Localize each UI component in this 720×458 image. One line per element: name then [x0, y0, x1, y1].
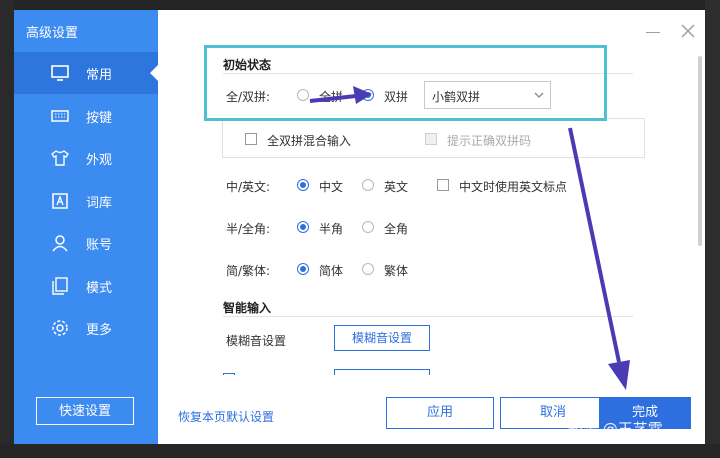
- monitor-icon: [51, 65, 69, 81]
- sidebar: 高级设置 常用 按键 外观 词库 账号 模式 更多 快速设置: [14, 10, 158, 444]
- sidebar-item-label: 模式: [86, 281, 113, 296]
- screen-frame-bottom: [0, 444, 720, 458]
- shirt-icon: [51, 150, 69, 166]
- show-shuangpin-code-checkbox[interactable]: [425, 133, 437, 145]
- radio-simplified[interactable]: [297, 263, 309, 275]
- gear-icon: [52, 320, 68, 336]
- radio-halfwidth-label: 半角: [319, 222, 344, 236]
- section-smart-input: 智能输入: [223, 301, 272, 315]
- radio-english[interactable]: [362, 179, 374, 191]
- sidebar-item-mode[interactable]: 模式: [14, 265, 158, 307]
- radio-traditional[interactable]: [362, 263, 374, 275]
- radio-english-label: 英文: [384, 180, 409, 194]
- sidebar-item-general[interactable]: 常用: [14, 52, 158, 94]
- mode-icon: [52, 277, 68, 295]
- close-icon[interactable]: [679, 22, 697, 40]
- user-icon: [52, 235, 68, 252]
- sidebar-item-more[interactable]: 更多: [14, 307, 158, 349]
- sidebar-item-label: 更多: [86, 323, 113, 338]
- mixed-input-label: 全双拼混合输入: [267, 134, 352, 148]
- screen-frame-right: [705, 0, 720, 458]
- radio-fullwidth[interactable]: [362, 221, 374, 233]
- sidebar-item-account[interactable]: 账号: [14, 222, 158, 264]
- active-indicator: [150, 65, 158, 81]
- radio-chinese-label: 中文: [319, 180, 344, 194]
- radio-traditional-label: 繁体: [384, 264, 409, 278]
- screen-frame-left: [0, 0, 14, 458]
- radio-fullwidth-label: 全角: [384, 222, 409, 236]
- sidebar-item-dictionary[interactable]: 词库: [14, 180, 158, 222]
- keyboard-icon: [51, 110, 69, 122]
- english-punct-checkbox[interactable]: [437, 179, 449, 191]
- fuzzy-pinyin-label: 模糊音设置: [226, 334, 287, 348]
- mixed-input-checkbox[interactable]: [245, 133, 257, 145]
- annotation-highlight-box: [204, 45, 607, 121]
- sidebar-item-appearance[interactable]: 外观: [14, 137, 158, 179]
- sidebar-item-keys[interactable]: 按键: [14, 95, 158, 137]
- english-punct-label: 中文时使用英文标点: [459, 180, 568, 194]
- quick-settings-button[interactable]: 快速设置: [36, 397, 134, 425]
- script-label: 简/繁体:: [226, 264, 271, 278]
- watermark-text: 知乎 @王艺霖: [568, 420, 663, 438]
- radio-halfwidth[interactable]: [297, 221, 309, 233]
- radio-chinese[interactable]: [297, 179, 309, 191]
- sidebar-item-label: 账号: [86, 238, 113, 253]
- scrollbar-thumb[interactable]: [698, 56, 702, 246]
- fuzzy-pinyin-button[interactable]: 模糊音设置: [334, 325, 430, 351]
- radio-simplified-label: 简体: [319, 264, 344, 278]
- sidebar-item-label: 词库: [86, 196, 113, 211]
- minimize-button[interactable]: [646, 32, 660, 33]
- sidebar-item-label: 外观: [86, 153, 113, 168]
- advanced-settings-dialog: 高级设置 常用 按键 外观 词库 账号 模式 更多 快速设置 初始状态 全/双拼…: [14, 10, 705, 444]
- restore-defaults-link[interactable]: 恢复本页默认设置: [178, 408, 274, 425]
- dialog-title: 高级设置: [26, 26, 79, 41]
- divider: [223, 316, 633, 317]
- show-shuangpin-code-label: 提示正确双拼码: [447, 134, 532, 148]
- screen-frame-top: [0, 0, 720, 10]
- dictionary-icon: [52, 193, 68, 209]
- sidebar-item-label: 按键: [86, 111, 113, 126]
- sidebar-item-label: 常用: [86, 68, 113, 83]
- width-label: 半/全角:: [226, 222, 271, 236]
- apply-button[interactable]: 应用: [386, 397, 494, 429]
- language-label: 中/英文:: [226, 180, 271, 194]
